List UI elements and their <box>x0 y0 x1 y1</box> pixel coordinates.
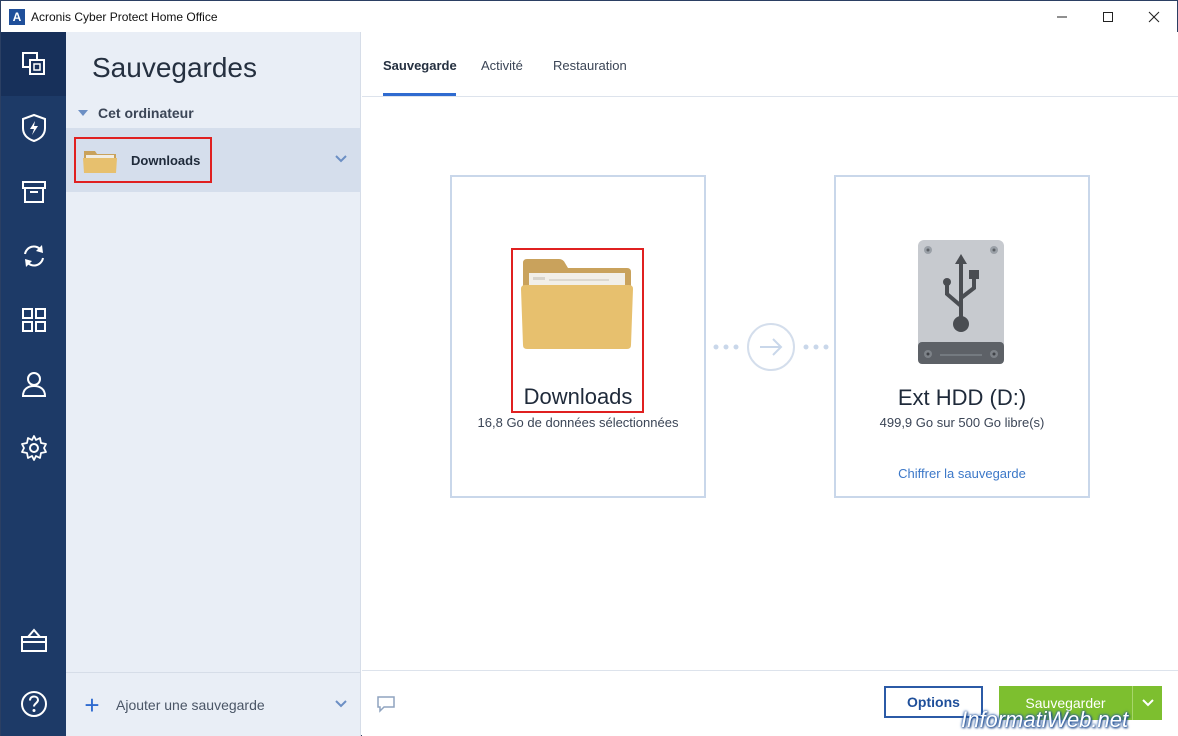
nav-sync[interactable] <box>1 224 66 288</box>
source-subtitle: 16,8 Go de données sélectionnées <box>477 415 679 430</box>
folder-icon <box>521 259 633 349</box>
help-icon <box>20 691 47 717</box>
tools-grid-icon <box>21 308 46 332</box>
destination-card[interactable]: Ext HDD (D:) 499,9 Go sur 500 Go libre(s… <box>834 175 1090 498</box>
nav-account[interactable] <box>1 352 66 416</box>
sidebar-item-downloads[interactable]: Downloads <box>66 128 361 192</box>
save-dropdown-button[interactable] <box>1132 686 1162 720</box>
account-icon <box>21 372 46 397</box>
destination-title: Ext HDD (D:) <box>897 385 1027 410</box>
tab-restauration[interactable]: Restauration <box>553 58 627 73</box>
chevron-down-icon <box>1141 699 1154 707</box>
tab-activite[interactable]: Activité <box>481 58 523 73</box>
arrow-connector-icon <box>713 323 829 371</box>
add-backup-button[interactable]: + Ajouter une sauvegarde <box>66 672 361 736</box>
window-title: Acronis Cyber Protect Home Office <box>31 9 218 24</box>
nav-store[interactable] <box>1 608 66 672</box>
folder-icon <box>83 151 117 173</box>
app-window: A Acronis Cyber Protect Home Office Sauv… <box>0 0 1178 736</box>
tab-bar: Sauvegarde Activité Restauration <box>362 32 1178 97</box>
chevron-down-icon[interactable] <box>334 154 348 164</box>
collapse-triangle-icon <box>78 110 88 116</box>
nav-backup[interactable] <box>1 32 66 96</box>
left-nav <box>1 32 66 736</box>
active-tab-indicator <box>383 93 456 96</box>
source-card[interactable]: Downloads 16,8 Go de données sélectionné… <box>450 175 706 498</box>
close-button[interactable] <box>1131 1 1177 32</box>
window-controls <box>1039 1 1177 32</box>
nav-protection[interactable] <box>1 96 66 160</box>
destination-subtitle: 499,9 Go sur 500 Go libre(s) <box>879 415 1045 430</box>
comment-icon[interactable] <box>376 695 396 713</box>
usb-drive-icon <box>918 240 1004 364</box>
backup-sidebar: Sauvegardes Cet ordinateur Downloads + A… <box>66 32 361 736</box>
close-icon <box>1148 11 1160 22</box>
maximize-icon <box>1103 11 1113 22</box>
source-title: Downloads <box>523 384 633 409</box>
add-backup-label: Ajouter une sauvegarde <box>116 696 265 713</box>
plus-icon: + <box>84 689 100 720</box>
sync-icon <box>23 245 44 267</box>
minimize-button[interactable] <box>1039 1 1085 32</box>
title-bar: A Acronis Cyber Protect Home Office <box>1 1 1177 32</box>
shield-icon <box>21 113 46 143</box>
encrypt-backup-link[interactable]: Chiffrer la sauvegarde <box>836 466 1088 481</box>
sidebar-item-label: Downloads <box>131 153 201 168</box>
nav-help[interactable] <box>1 672 66 736</box>
sidebar-title: Sauvegardes <box>92 52 258 83</box>
nav-tools[interactable] <box>1 288 66 352</box>
minimize-icon <box>1057 16 1067 17</box>
section-label: Cet ordinateur <box>98 105 194 121</box>
maximize-button[interactable] <box>1085 1 1131 32</box>
nav-settings[interactable] <box>1 416 66 480</box>
settings-gear-icon <box>20 435 47 461</box>
app-logo-icon: A <box>9 8 25 25</box>
archive-icon <box>21 181 46 203</box>
main-panel: Sauvegarde Activité Restauration Downloa… <box>362 32 1178 736</box>
tab-sauvegarde[interactable]: Sauvegarde <box>383 58 457 73</box>
store-bag-icon <box>20 628 47 652</box>
watermark: InformatiWeb.net <box>961 707 1129 732</box>
section-this-computer[interactable]: Cet ordinateur <box>78 105 194 121</box>
action-footer: Options Sauvegarder InformatiWeb.net <box>362 670 1178 736</box>
nav-archive[interactable] <box>1 160 66 224</box>
backup-copy-icon <box>21 52 45 75</box>
chevron-down-icon[interactable] <box>334 699 348 709</box>
